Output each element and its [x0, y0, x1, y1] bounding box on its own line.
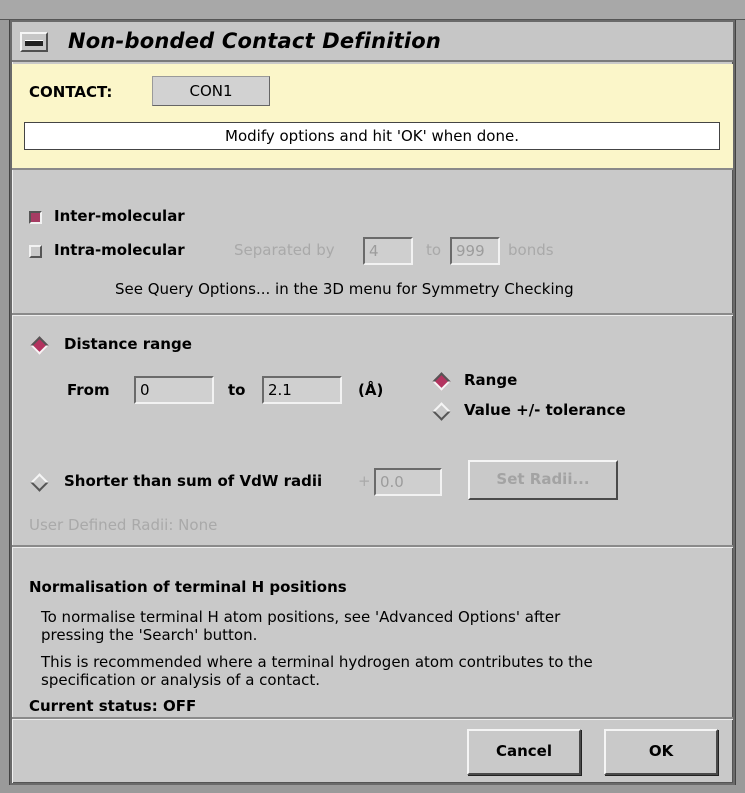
intra-molecular-label: Intra-molecular [54, 241, 185, 259]
ok-button[interactable]: OK [604, 729, 718, 775]
normalisation-section: Normalisation of terminal H positions To… [12, 547, 733, 719]
contact-name-button[interactable]: CON1 [152, 76, 270, 106]
info-panel: CONTACT: CON1 Modify options and hit 'OK… [12, 64, 733, 170]
background-window-edge-left [0, 20, 10, 793]
normalisation-heading: Normalisation of terminal H positions [29, 578, 347, 596]
normalisation-status: Current status: OFF [29, 697, 197, 715]
contact-label: CONTACT: [29, 83, 113, 101]
bonds-label: bonds [508, 241, 554, 259]
tolerance-mode-radio[interactable] [432, 402, 451, 421]
window-title: Non-bonded Contact Definition [68, 29, 442, 53]
normalisation-text-1a: To normalise terminal H atom positions, … [41, 608, 561, 626]
normalisation-text-2a: This is recommended where a terminal hyd… [41, 653, 593, 671]
window-menu-icon[interactable] [20, 32, 48, 52]
contact-definition-dialog: Non-bonded Contact Definition CONTACT: C… [10, 20, 735, 785]
vdw-radii-radio[interactable] [30, 473, 49, 492]
from-distance-input[interactable]: 0 [134, 376, 214, 404]
from-label: From [67, 381, 110, 399]
distance-range-label: Distance range [64, 335, 192, 353]
min-bonds-input[interactable]: 4 [363, 237, 413, 265]
inter-molecular-checkbox[interactable] [29, 211, 42, 224]
molecular-section: Inter-molecular Intra-molecular Separate… [12, 172, 733, 315]
angstrom-unit-label: (Å) [358, 381, 384, 399]
title-bar[interactable]: Non-bonded Contact Definition [12, 22, 733, 62]
vdw-plus-label: + [358, 472, 371, 490]
normalisation-text-2b: specification or analysis of a contact. [41, 671, 321, 689]
set-radii-button[interactable]: Set Radii... [468, 460, 618, 500]
max-bonds-input[interactable]: 999 [450, 237, 500, 265]
separated-by-label: Separated by [234, 241, 335, 259]
normalisation-text-1b: pressing the 'Search' button. [41, 626, 258, 644]
range-mode-label: Range [464, 371, 518, 389]
range-mode-radio[interactable] [432, 372, 451, 391]
to-distance-input[interactable]: 2.1 [262, 376, 342, 404]
background-window-edge [0, 0, 745, 20]
inter-molecular-label: Inter-molecular [54, 207, 185, 225]
status-message: Modify options and hit 'OK' when done. [24, 122, 720, 150]
button-bar: Cancel OK [12, 719, 733, 783]
vdw-tolerance-input[interactable]: 0.0 [374, 468, 442, 496]
tolerance-mode-label: Value +/- tolerance [464, 401, 626, 419]
intra-molecular-checkbox[interactable] [29, 245, 42, 258]
vdw-radii-label: Shorter than sum of VdW radii [64, 472, 323, 490]
cancel-button[interactable]: Cancel [467, 729, 581, 775]
background-window-edge-right [735, 20, 745, 793]
distance-section: Distance range From 0 to 2.1 (Å) Range V… [12, 315, 733, 547]
distance-range-radio[interactable] [30, 336, 49, 355]
symmetry-note: See Query Options... in the 3D menu for … [115, 280, 574, 298]
bonds-to-label: to [426, 241, 442, 259]
background-window-edge-bottom [0, 785, 745, 793]
to-label: to [228, 381, 246, 399]
user-defined-radii-text: User Defined Radii: None [29, 516, 218, 534]
